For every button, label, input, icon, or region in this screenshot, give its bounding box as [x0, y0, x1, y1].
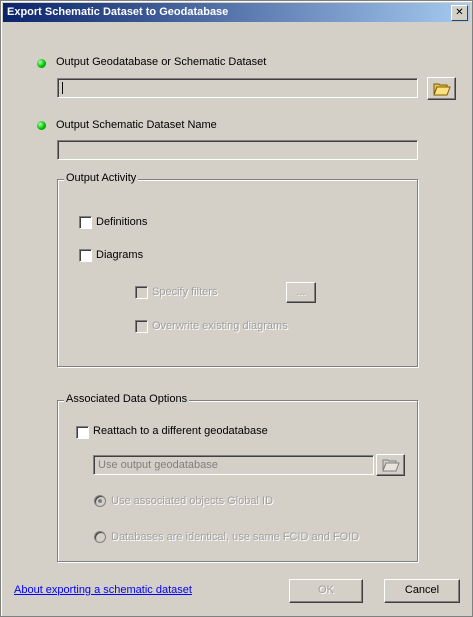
output-geodatabase-label: Output Geodatabase or Schematic Dataset — [56, 56, 267, 68]
output-activity-group: Output Activity — [57, 172, 418, 367]
output-dataset-name-input[interactable] — [57, 140, 418, 160]
reattach-browse-button[interactable] — [376, 454, 405, 476]
specify-filters-checkbox[interactable] — [135, 286, 148, 299]
reattach-checkbox[interactable] — [76, 426, 89, 439]
definitions-checkbox[interactable] — [79, 216, 92, 229]
required-indicator-icon — [37, 121, 46, 130]
close-button[interactable]: ✕ — [451, 5, 468, 21]
required-indicator-icon — [37, 59, 46, 68]
diagrams-checkbox[interactable] — [79, 249, 92, 262]
associated-data-title: Associated Data Options — [64, 393, 190, 405]
definitions-label: Definitions — [96, 216, 148, 228]
output-dataset-name-label: Output Schematic Dataset Name — [56, 119, 217, 131]
radio-selected-dot — [98, 499, 102, 503]
help-link[interactable]: About exporting a schematic dataset — [14, 584, 192, 596]
diagrams-label: Diagrams — [96, 249, 144, 261]
output-geodatabase-browse-button[interactable] — [427, 77, 456, 100]
cancel-button[interactable]: Cancel — [384, 579, 460, 603]
reattach-label: Reattach to a different geodatabase — [93, 425, 268, 437]
output-activity-title: Output Activity — [64, 172, 139, 184]
overwrite-diagrams-checkbox[interactable] — [135, 320, 148, 333]
ok-button[interactable]: OK — [289, 579, 363, 603]
text-cursor — [62, 82, 63, 94]
window-title: Export Schematic Dataset to Geodatabase — [7, 6, 229, 18]
folder-open-icon — [381, 459, 400, 472]
radio-global-id-label: Use associated objects Global ID — [111, 495, 274, 507]
output-geodatabase-input[interactable] — [57, 78, 418, 98]
title-bar[interactable]: Export Schematic Dataset to Geodatabase … — [3, 3, 470, 22]
radio-identical-label: Databases are identical, use same FCID a… — [111, 531, 360, 543]
radio-global-id[interactable] — [94, 495, 106, 507]
specify-filters-label: Specify filters — [152, 286, 218, 298]
reattach-geodatabase-input[interactable]: Use output geodatabase — [93, 455, 374, 475]
overwrite-diagrams-label: Overwrite existing diagrams — [152, 320, 288, 332]
radio-identical[interactable] — [94, 531, 106, 543]
export-schematic-dialog: Export Schematic Dataset to Geodatabase … — [0, 0, 473, 617]
folder-open-icon — [432, 83, 451, 95]
filters-button[interactable]: ... — [286, 282, 316, 303]
